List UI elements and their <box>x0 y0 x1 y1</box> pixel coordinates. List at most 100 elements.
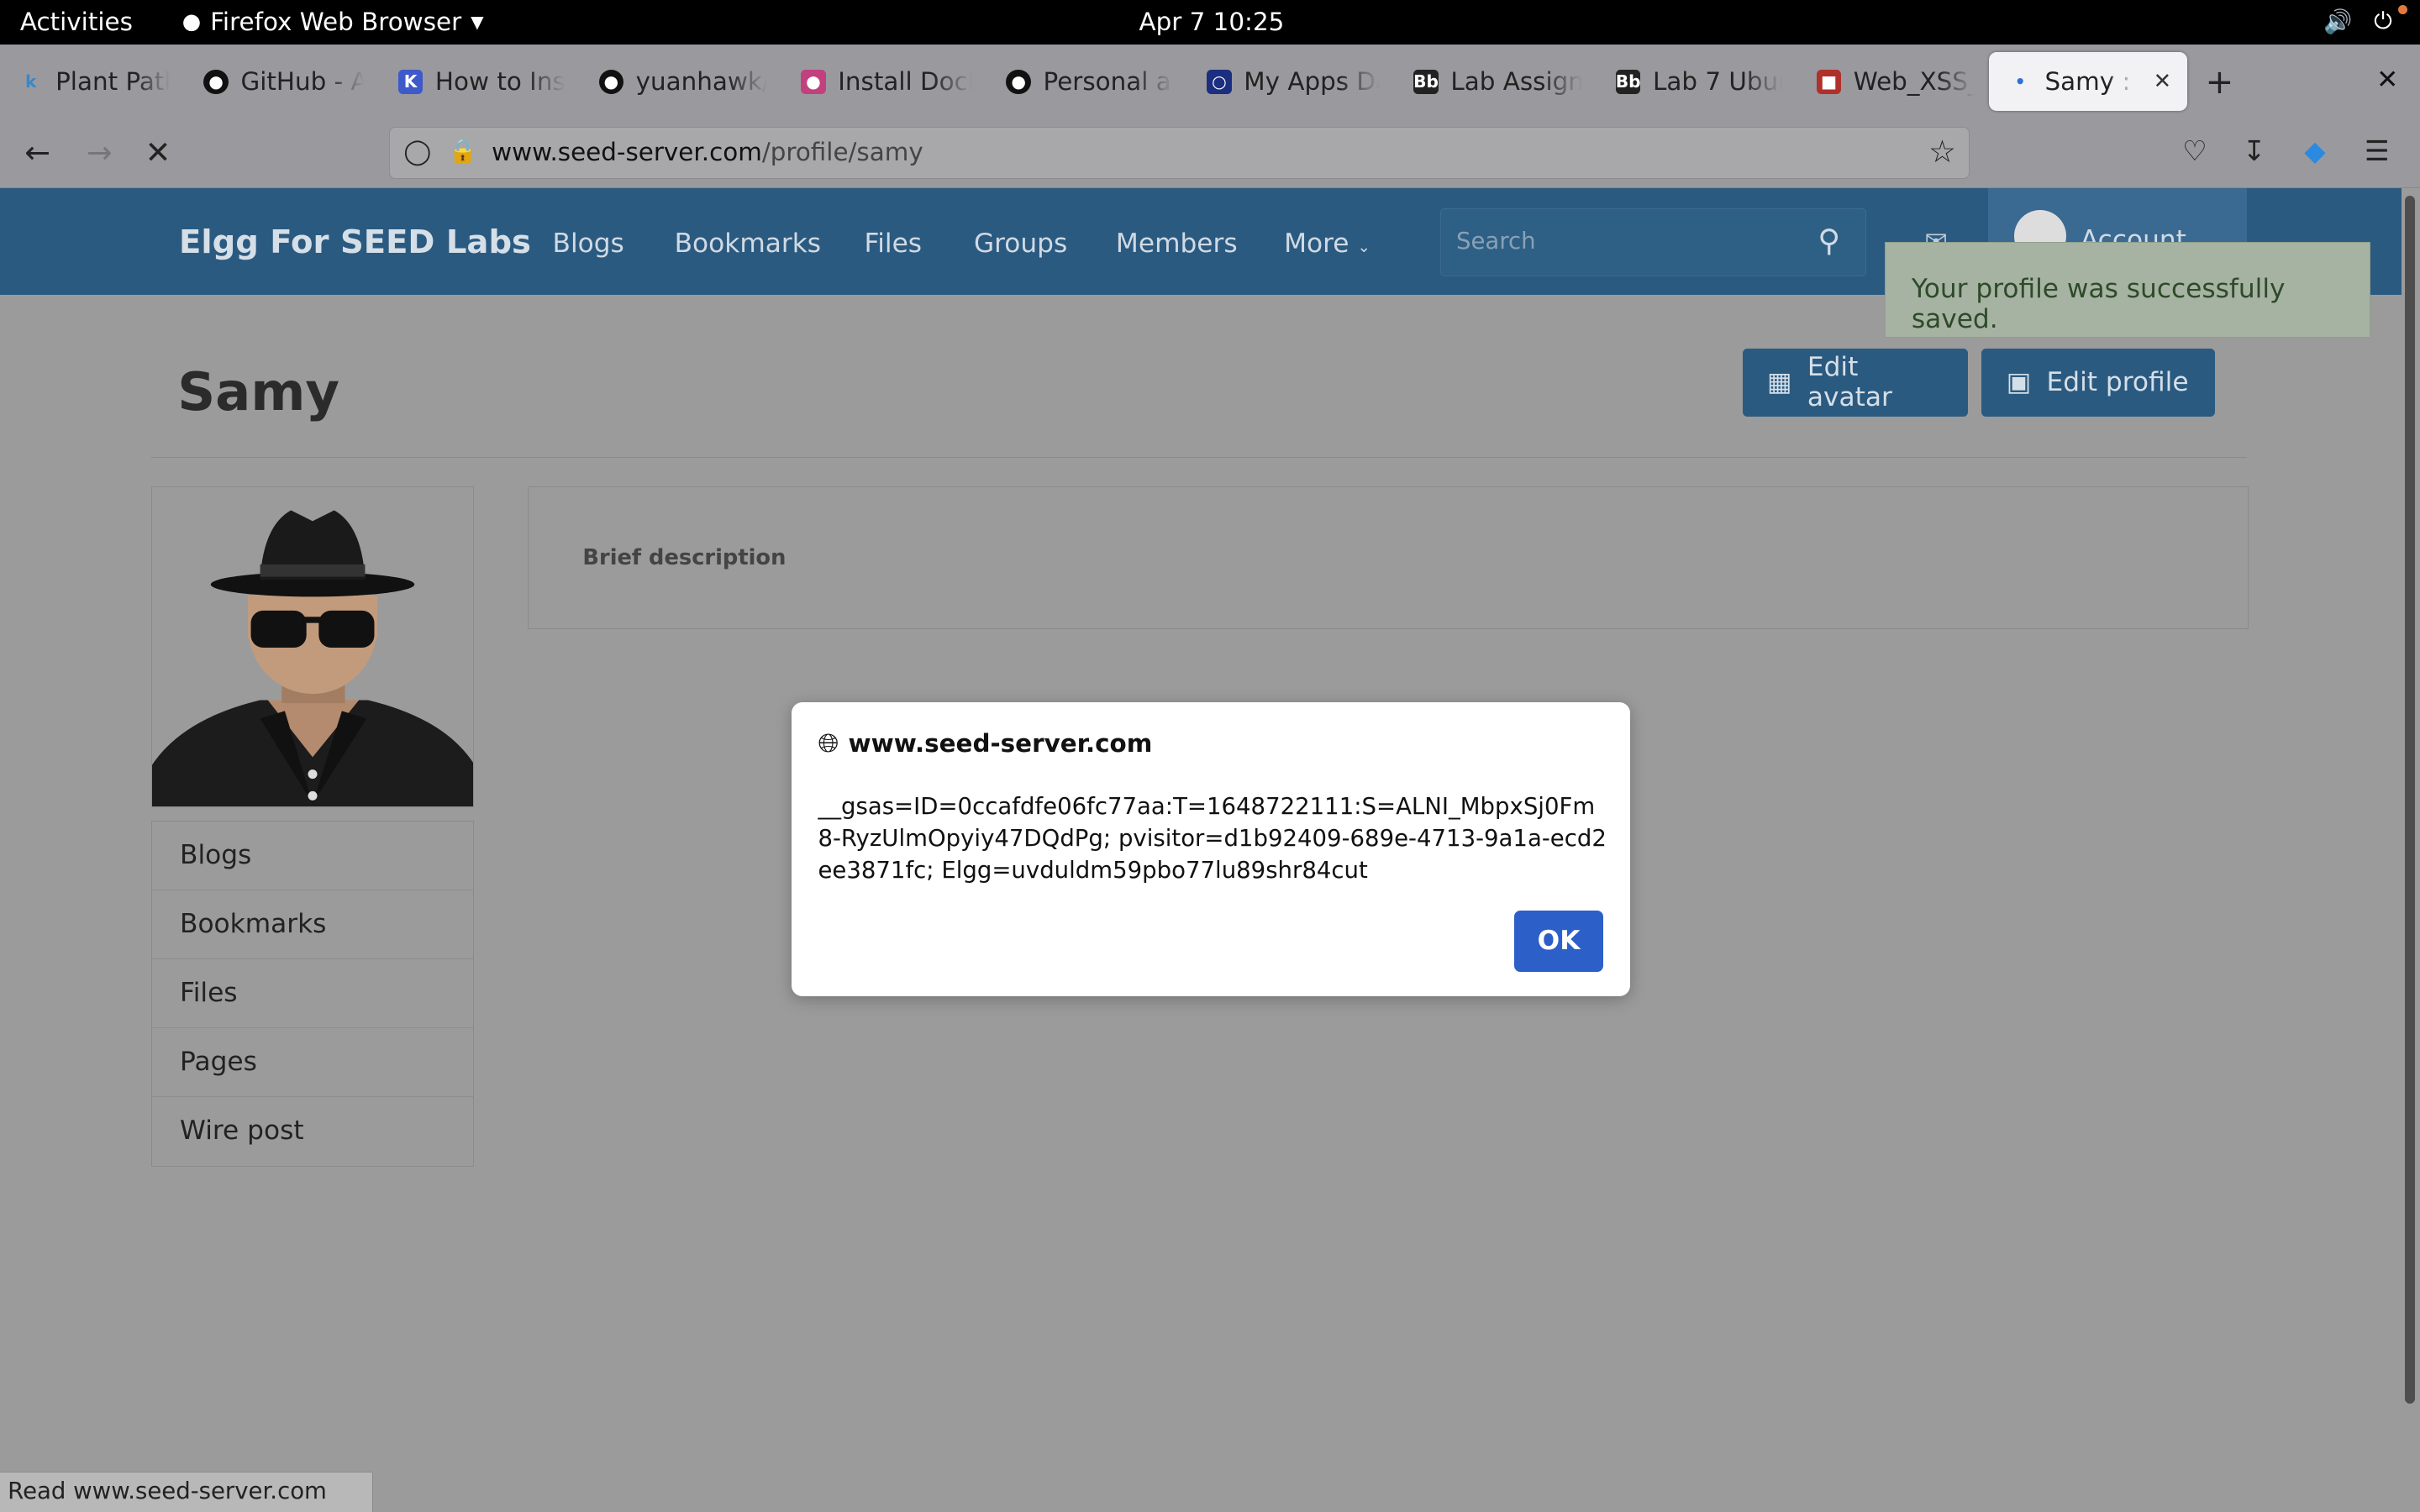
tab-1[interactable]: k Plant Pathol <box>0 52 185 111</box>
docker-icon: ● <box>801 69 826 95</box>
tab-10[interactable]: ■ Web_XSS_ <box>1798 52 1990 111</box>
dialog-origin: 🌐︎ www.seed-server.com <box>818 728 1152 759</box>
forward-button[interactable]: → <box>87 134 113 171</box>
owner-menu-wire-post[interactable]: Wire post <box>152 1097 473 1166</box>
activities-button[interactable]: Activities <box>20 8 133 36</box>
menu-files[interactable]: Files <box>865 228 923 259</box>
status-bar: Read www.seed-server.com <box>0 1472 374 1512</box>
brief-description-label: Brief description <box>582 545 786 571</box>
insecure-lock-icon[interactable]: 🔒 <box>449 137 477 165</box>
edit-avatar-button[interactable]: ▦ Edit avatar <box>1742 349 1968 417</box>
stop-loading-button[interactable]: ✕ <box>145 134 171 171</box>
success-message[interactable]: Your profile was successfully saved. <box>1884 242 2371 339</box>
pocket-icon[interactable]: ♡ <box>2182 134 2207 167</box>
bookmark-star-icon[interactable]: ☆ <box>1928 134 1956 170</box>
tab-8[interactable]: Bb Lab Assignn <box>1395 52 1597 111</box>
close-tab-icon[interactable]: ✕ <box>2154 69 2172 94</box>
volume-icon: 🔊 <box>2323 8 2353 36</box>
tab-title: Install Dock <box>838 67 973 97</box>
owner-menu-bookmarks[interactable]: Bookmarks <box>151 890 473 959</box>
spy-avatar-icon <box>151 510 473 806</box>
caret-down-icon: ▼ <box>471 12 484 33</box>
tab-title: Plant Pathol <box>55 67 170 97</box>
search-icon[interactable]: ⚲ <box>1818 223 1840 259</box>
dialog-origin-label: www.seed-server.com <box>848 729 1153 759</box>
tab-title: Lab 7 Ubunt <box>1653 67 1782 97</box>
github-icon: ● <box>598 69 623 95</box>
profile-details: Brief description <box>528 486 2249 630</box>
tab-5[interactable]: ● Install Dock <box>782 52 987 111</box>
owner-menu-files[interactable]: Files <box>151 959 473 1028</box>
downloads-icon[interactable]: ↧ <box>2243 134 2266 167</box>
menu-blogs[interactable]: Blogs <box>553 228 624 259</box>
menu-more-label: More <box>1284 228 1349 259</box>
alert-dialog: 🌐︎ www.seed-server.com __gsas=ID=0ccafdf… <box>792 701 1630 997</box>
site-title-link[interactable]: Elgg For SEED Labs <box>179 223 531 261</box>
edit-avatar-label: Edit avatar <box>1807 352 1892 413</box>
firefox-icon: ● <box>182 9 202 35</box>
tab-title: Samy : El <box>2044 67 2135 97</box>
profile-avatar[interactable] <box>150 486 474 807</box>
clock[interactable]: Apr 7 10:25 <box>1139 8 1284 36</box>
tab-9[interactable]: Bb Lab 7 Ubunt <box>1597 52 1798 111</box>
tab-2[interactable]: ● GitHub - Aa <box>185 52 379 111</box>
navigation-toolbar: ← → ✕ ◯ 🔒 www.seed-server.com/profile/sa… <box>0 118 2420 189</box>
notification-dot-icon <box>2398 4 2408 14</box>
back-button[interactable]: ← <box>24 134 50 171</box>
tab-title: Personal ac <box>1043 67 1173 97</box>
tab-3[interactable]: K How to Inst <box>380 52 581 111</box>
tab-title: Lab Assignn <box>1450 67 1581 97</box>
tab-title: Web_XSS_ <box>1853 67 1975 97</box>
loading-dot-icon: • <box>2014 71 2026 92</box>
edit-profile-button[interactable]: ▣ Edit profile <box>1981 349 2215 417</box>
globe-icon: 🌐︎ <box>818 727 839 759</box>
dialog-message: __gsas=ID=0ccafdfe06fc77aa:T=1648722111:… <box>818 793 1607 884</box>
owner-menu-pages[interactable]: Pages <box>151 1028 473 1097</box>
menu-bookmarks[interactable]: Bookmarks <box>675 228 821 259</box>
tab-title: My Apps Da <box>1244 67 1380 97</box>
new-tab-button[interactable]: + <box>2206 61 2234 102</box>
tab-4[interactable]: ● yuanhawk/5 <box>581 52 783 111</box>
system-top-bar: Activities ● Firefox Web Browser ▼ Apr 7… <box>0 0 2420 45</box>
app-menu-button[interactable]: ● Firefox Web Browser ▼ <box>182 8 484 36</box>
blackboard-icon: Bb <box>1413 69 1439 95</box>
id-card-icon: ▣ <box>2006 367 2032 398</box>
extension-icon[interactable]: ◆ <box>2304 134 2325 167</box>
url-bar[interactable]: ◯ 🔒 www.seed-server.com/profile/samy ☆ <box>388 126 1970 180</box>
window-close-button[interactable]: ✕ <box>2376 65 2398 95</box>
tab-11[interactable]: • Samy : El ✕ <box>1989 52 2187 112</box>
search-placeholder: Search <box>1456 227 1536 255</box>
seed-icon: ■ <box>1816 69 1842 95</box>
image-icon: ▦ <box>1767 367 1792 398</box>
tab-strip: k Plant Pathol ● GitHub - Aa K How to Inst ● yu… <box>0 45 2420 119</box>
edit-profile-label: Edit profile <box>2046 367 2189 398</box>
divider <box>150 456 2248 459</box>
url-path: /profile/samy <box>761 138 923 167</box>
ok-button[interactable]: OK <box>1513 910 1604 973</box>
app-name-label: Firefox Web Browser <box>210 8 462 37</box>
menu-groups[interactable]: Groups <box>974 228 1067 259</box>
k-icon: k <box>25 71 37 92</box>
tab-title: How to Inst <box>434 67 566 97</box>
owner-menu-blogs[interactable]: Blogs <box>151 822 473 891</box>
url-text[interactable]: www.seed-server.com/profile/samy <box>492 138 923 166</box>
tab-7[interactable]: ○ My Apps Da <box>1188 52 1395 111</box>
power-icon: ⏻ <box>2374 8 2392 35</box>
github-icon: ● <box>203 69 229 95</box>
url-host: www.seed-server.com <box>492 138 762 167</box>
github-icon: ● <box>1006 69 1031 95</box>
scrollbar-thumb[interactable] <box>2404 196 2416 1404</box>
okta-icon: ○ <box>1207 69 1232 95</box>
menu-more[interactable]: More ⌄ <box>1284 228 1370 259</box>
page-scrollbar[interactable] <box>2401 188 2420 1512</box>
blackboard-icon: Bb <box>1616 69 1641 95</box>
system-tray[interactable]: 🔊 ⏻ <box>2323 8 2392 35</box>
tab-6[interactable]: ● Personal ac <box>987 52 1188 111</box>
tab-title: GitHub - Aa <box>240 67 364 97</box>
hamburger-menu-icon[interactable]: ☰ <box>2365 134 2390 167</box>
owner-menu: Blogs Bookmarks Files Pages Wire post <box>150 821 474 1167</box>
menu-members[interactable]: Members <box>1116 228 1238 259</box>
tab-title: yuanhawk/5 <box>635 67 767 97</box>
search-input[interactable]: Search ⚲ <box>1439 207 1866 276</box>
shield-icon[interactable]: ◯ <box>403 137 431 165</box>
